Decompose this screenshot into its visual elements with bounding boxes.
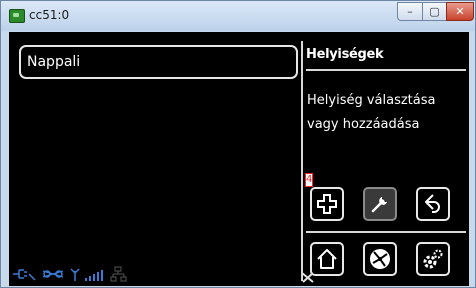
window-title: cc51:0 [29,8,70,22]
wrench-icon [371,197,387,213]
network-icon [110,266,127,282]
back-button[interactable] [416,187,450,221]
description-line-2: vagy hozzáadása [307,117,420,132]
add-room-button[interactable] [310,187,344,221]
app-icon [9,9,25,23]
signal-bars-icon [85,270,103,281]
plus-icon [317,194,337,214]
minimize-button[interactable]: – [397,2,423,21]
fan-icon [370,249,390,269]
status-icons [13,266,127,282]
devices-button[interactable] [363,242,397,276]
button-row-divider [306,231,466,233]
app-screen: Nappali Helyiségek Helyiség választása v… [9,32,469,286]
gears-icon [423,249,443,269]
panel-title: Helyiségek [306,47,384,62]
room-list-item[interactable]: Nappali [19,45,298,79]
edit-room-button[interactable] [363,187,397,221]
antenna-icon [70,268,80,281]
close-button[interactable]: ✕ [446,2,474,21]
home-icon [317,249,337,269]
settings-button[interactable] [416,242,450,276]
marker-label: 4 [305,173,313,187]
panel-description: Helyiség választása vagy hozzáadása [307,89,467,137]
back-icon [425,194,440,213]
maximize-button[interactable]: ▢ [422,2,447,21]
title-underline [306,69,466,71]
plug-icon [13,269,36,281]
resize-arrow-icon [301,272,314,283]
description-line-1: Helyiség választása [307,93,436,108]
home-button[interactable] [310,242,344,276]
app-window: cc51:0 – ▢ ✕ Nappali Helyiségek Helyiség… [0,0,476,288]
panel-divider [301,41,303,281]
network-link-icon [42,270,64,278]
title-bar[interactable]: cc51:0 – ▢ ✕ [1,1,475,31]
